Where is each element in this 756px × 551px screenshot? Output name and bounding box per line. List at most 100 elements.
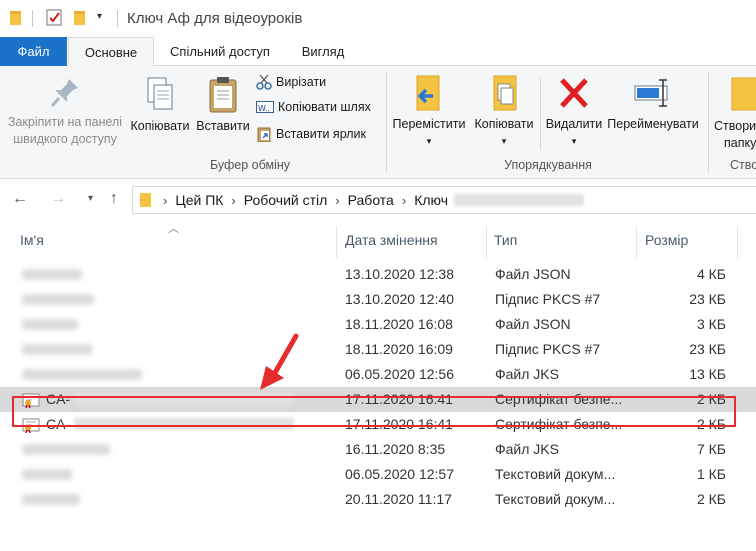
paste-icon [209, 77, 237, 113]
file-row[interactable]: 13.10.2020 12:40 Підпис PKCS #7 23 КБ [0, 287, 756, 312]
redacted-file-name [22, 344, 92, 355]
breadcrumb-this-pc[interactable]: Цей ПК [175, 192, 223, 208]
file-type: Файл JSON [495, 266, 571, 282]
redacted-file-name [22, 269, 82, 280]
file-size: 3 КБ [696, 316, 726, 332]
annotation-arrow-icon [260, 333, 299, 390]
customize-qat-icon[interactable]: ▾ [97, 11, 102, 22]
navigation-bar: ← → ▾ ↑ › Цей ПК › Робочий стіл › Работа… [0, 180, 756, 220]
back-arrow-icon[interactable]: ← [12, 190, 28, 208]
file-date: 20.11.2020 11:17 [345, 491, 452, 507]
cut-label: Вирізати [276, 75, 327, 89]
move-to-button[interactable]: Перемістити ▾ [390, 74, 468, 150]
recent-locations-chevron-icon[interactable]: ▾ [88, 193, 93, 204]
rename-button[interactable]: Перейменувати [604, 74, 702, 133]
copy-to-label: Копіювати [474, 117, 534, 131]
ribbon-tabs: Файл Основне Спільний доступ Вигляд [0, 37, 756, 67]
copy-to-dropdown-icon: ▾ [501, 136, 507, 146]
file-type: Файл JKS [495, 441, 559, 457]
file-date: 16.11.2020 8:35 [345, 441, 446, 457]
file-row[interactable]: 20.11.2020 11:17 Текстовий докум... 2 КБ [0, 487, 756, 512]
breadcrumb-work[interactable]: Работа [348, 192, 394, 208]
breadcrumb-chevron-icon: › [335, 192, 340, 208]
file-type: Файл JSON [495, 316, 571, 332]
breadcrumb-desktop[interactable]: Робочий стіл [244, 192, 328, 208]
file-row[interactable]: 18.11.2020 16:09 Підпис PKCS #7 23 КБ [0, 337, 756, 362]
breadcrumb-chevron-icon: › [401, 192, 407, 208]
properties-icon[interactable] [46, 9, 63, 30]
redacted-file-name [22, 494, 80, 505]
copy-icon [147, 77, 173, 110]
redacted-folder-name [454, 194, 584, 206]
copy-label: Копіювати [130, 119, 190, 133]
scissors-icon [256, 74, 272, 90]
delete-button[interactable]: Видалити ▾ [544, 74, 604, 150]
forward-arrow-icon[interactable]: → [50, 190, 66, 208]
breadcrumb-chevron-icon: › [231, 192, 236, 208]
rename-icon [634, 79, 668, 107]
file-type: Файл JKS [495, 366, 559, 382]
file-row[interactable]: 13.10.2020 12:38 Файл JSON 4 КБ [0, 262, 756, 287]
file-size: 7 КБ [696, 441, 726, 457]
new-folder-label-1: Створи [714, 119, 756, 133]
file-date: 13.10.2020 12:40 [345, 291, 454, 307]
folder-icon [140, 193, 151, 207]
file-date: 18.11.2020 16:08 [345, 316, 453, 332]
file-row[interactable]: 06.05.2020 12:56 Файл JKS 13 КБ [0, 362, 756, 387]
tab-share[interactable]: Спільний доступ [160, 37, 280, 66]
tab-home[interactable]: Основне [68, 37, 154, 67]
copy-path-button[interactable]: W.. Копіювати шлях [256, 100, 371, 114]
new-folder-icon[interactable] [73, 9, 87, 30]
new-group-label: Ство [730, 158, 756, 172]
column-header-date[interactable]: Дата змінення [345, 232, 438, 248]
cut-button[interactable]: Вирізати [256, 74, 326, 90]
highlight-box [12, 396, 736, 427]
column-header-name[interactable]: Ім'я [20, 232, 44, 248]
paste-button[interactable]: Вставити [194, 76, 252, 135]
delete-label: Видалити [545, 117, 603, 131]
pin-label-1: Закріпити на панелі [7, 115, 123, 129]
rename-label: Перейменувати [607, 117, 699, 131]
paste-shortcut-label: Вставити ярлик [276, 127, 366, 141]
pin-label-2: швидкого доступу [13, 132, 117, 146]
organize-divider [540, 78, 541, 150]
tab-file[interactable]: Файл [0, 37, 67, 66]
up-arrow-icon[interactable]: ↑ [110, 190, 118, 208]
file-type: Текстовий докум... [495, 491, 616, 507]
new-folder-button[interactable]: Створи папку [714, 74, 756, 152]
ribbon: Закріпити на панелі швидкого доступу Коп… [0, 66, 756, 179]
breadcrumb-key[interactable]: Ключ [414, 192, 448, 208]
copy-button[interactable]: Копіювати [128, 76, 192, 135]
column-header-size[interactable]: Розмір [645, 232, 688, 248]
clipboard-group-label: Буфер обміну [209, 158, 291, 172]
file-size: 23 КБ [689, 291, 726, 307]
file-type: Підпис PKCS #7 [495, 291, 601, 307]
redacted-file-name [22, 369, 142, 380]
copy-to-button[interactable]: Копіювати ▾ [470, 74, 538, 150]
address-bar[interactable]: › Цей ПК › Робочий стіл › Работа › Ключ [132, 186, 756, 214]
redacted-file-name [22, 294, 94, 305]
pin-icon [50, 79, 78, 107]
move-to-dropdown-icon: ▾ [426, 136, 432, 146]
file-size: 23 КБ [689, 341, 726, 357]
pin-quick-access-button[interactable]: Закріпити на панелі швидкого доступу [4, 76, 126, 148]
copy-path-label: Копіювати шлях [278, 100, 371, 114]
file-row[interactable]: 16.11.2020 8:35 Файл JKS 7 КБ [0, 437, 756, 462]
file-row[interactable]: 18.11.2020 16:08 Файл JSON 3 КБ [0, 312, 756, 337]
file-row[interactable]: 06.05.2020 12:57 Текстовий докум... 1 КБ [0, 462, 756, 487]
file-type: Підпис PKCS #7 [495, 341, 601, 357]
sort-ascending-icon: ︿ [168, 223, 179, 235]
new-folder-icon [731, 77, 756, 111]
tab-view[interactable]: Вигляд [290, 37, 356, 66]
column-header-type[interactable]: Тип [494, 232, 517, 248]
redacted-file-name [22, 469, 72, 480]
copy-path-icon: W.. [256, 101, 274, 113]
svg-text:W..: W.. [258, 104, 270, 113]
copy-to-icon [493, 75, 517, 111]
breadcrumb-chevron-icon: › [163, 192, 168, 208]
title-bar: ▾ Ключ Аф для відеоуроків [0, 0, 756, 37]
paste-label: Вставити [196, 119, 250, 133]
file-size: 1 КБ [696, 466, 726, 482]
paste-shortcut-button[interactable]: Вставити ярлик [256, 126, 366, 142]
file-date: 13.10.2020 12:38 [345, 266, 454, 282]
